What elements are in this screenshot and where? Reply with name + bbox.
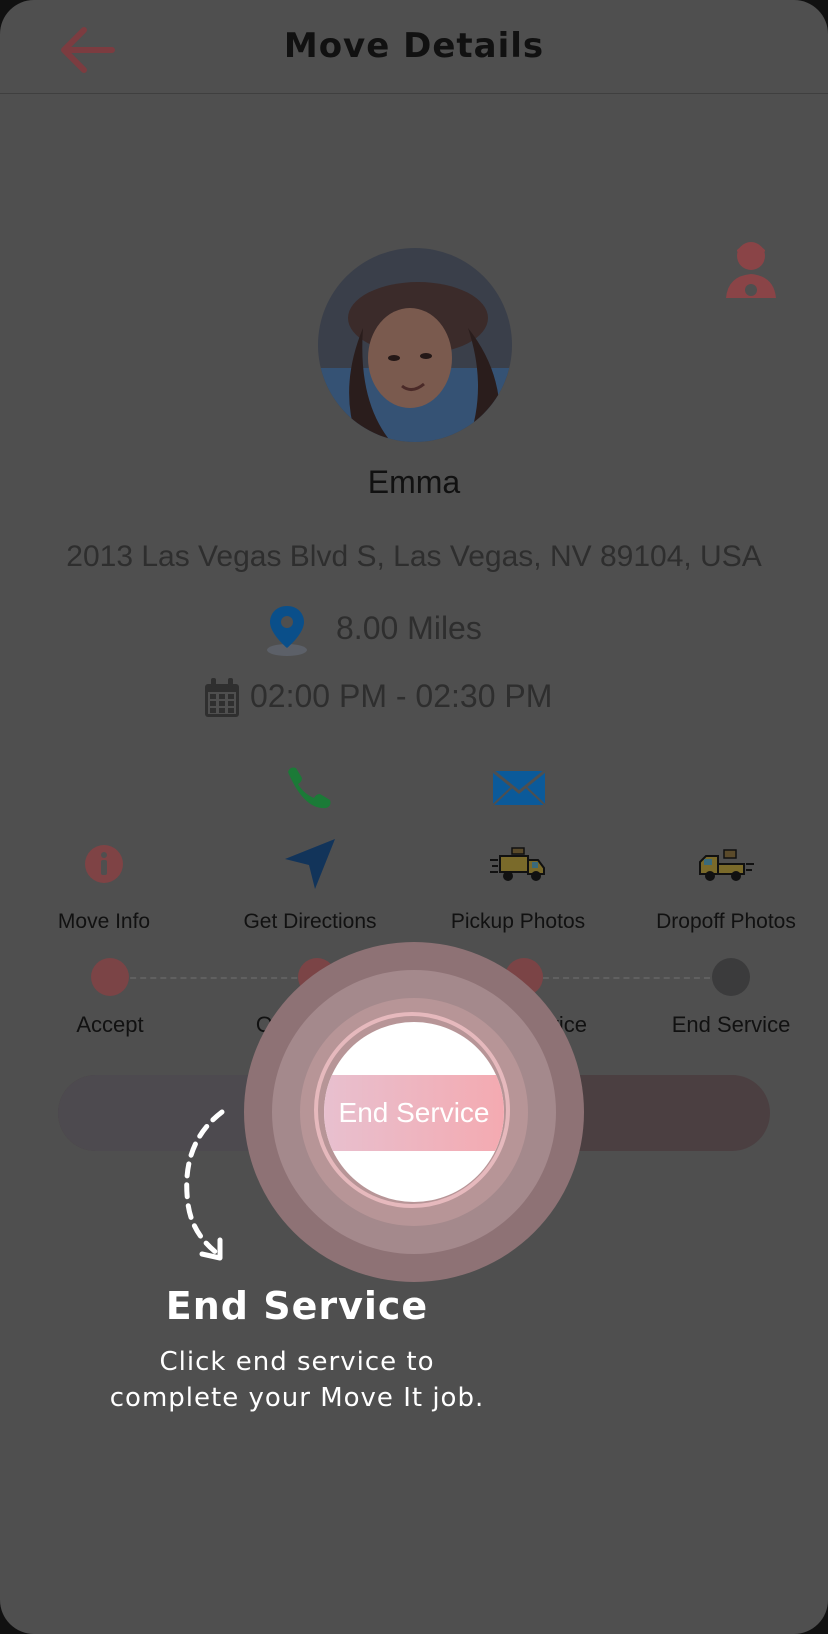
step-dot-end-service bbox=[712, 958, 750, 996]
move-info-label: Move Info bbox=[57, 910, 151, 933]
pickup-photos-label: Pickup Photos bbox=[450, 910, 586, 933]
spotlight-core: End Service bbox=[324, 1022, 504, 1202]
tooltip-line-1: Click end service to bbox=[159, 1347, 435, 1377]
tooltip-line-2: complete your Move It job. bbox=[109, 1383, 485, 1413]
step-dot-accept bbox=[91, 958, 129, 996]
pickup-photos-button[interactable]: Pickup Photos bbox=[418, 836, 618, 934]
mover-profile-icon[interactable] bbox=[720, 238, 782, 302]
customer-avatar bbox=[318, 248, 512, 442]
dropoff-truck-icon bbox=[699, 849, 754, 881]
page-title: Move Details bbox=[283, 26, 545, 66]
get-directions-button[interactable]: Get Directions bbox=[210, 836, 410, 934]
dropoff-photos-button[interactable]: Dropoff Photos bbox=[626, 836, 826, 934]
get-directions-label: Get Directions bbox=[243, 910, 377, 933]
pickup-truck-icon bbox=[490, 847, 545, 881]
navigation-arrow-icon bbox=[285, 839, 335, 889]
info-icon bbox=[85, 845, 123, 883]
envelope-icon[interactable] bbox=[492, 770, 546, 806]
time-window-text: 02:00 PM - 02:30 PM bbox=[250, 678, 553, 714]
phone-icon[interactable] bbox=[284, 764, 338, 810]
step-label-end-service: End Service bbox=[671, 1012, 791, 1037]
curved-arrow-icon bbox=[184, 1109, 225, 1261]
tooltip-title: End Service bbox=[165, 1284, 429, 1328]
calendar-icon bbox=[205, 678, 239, 717]
tooltip-text: Click end service to complete your Move … bbox=[92, 1344, 502, 1416]
screen: Move Details Emma 2013 Las Vegas Blvd S,… bbox=[0, 0, 828, 1634]
move-info-button[interactable]: Move Info bbox=[4, 836, 204, 934]
dropoff-photos-label: Dropoff Photos bbox=[656, 910, 796, 933]
header: Move Details bbox=[0, 0, 828, 94]
location-pin-icon bbox=[267, 606, 307, 656]
customer-name: Emma bbox=[367, 464, 461, 500]
customer-address: 2013 Las Vegas Blvd S, Las Vegas, NV 891… bbox=[66, 540, 762, 573]
distance-text: 8.00 Miles bbox=[336, 610, 482, 646]
end-service-button[interactable]: End Service bbox=[324, 1075, 504, 1151]
step-label-accept: Accept bbox=[76, 1012, 144, 1037]
